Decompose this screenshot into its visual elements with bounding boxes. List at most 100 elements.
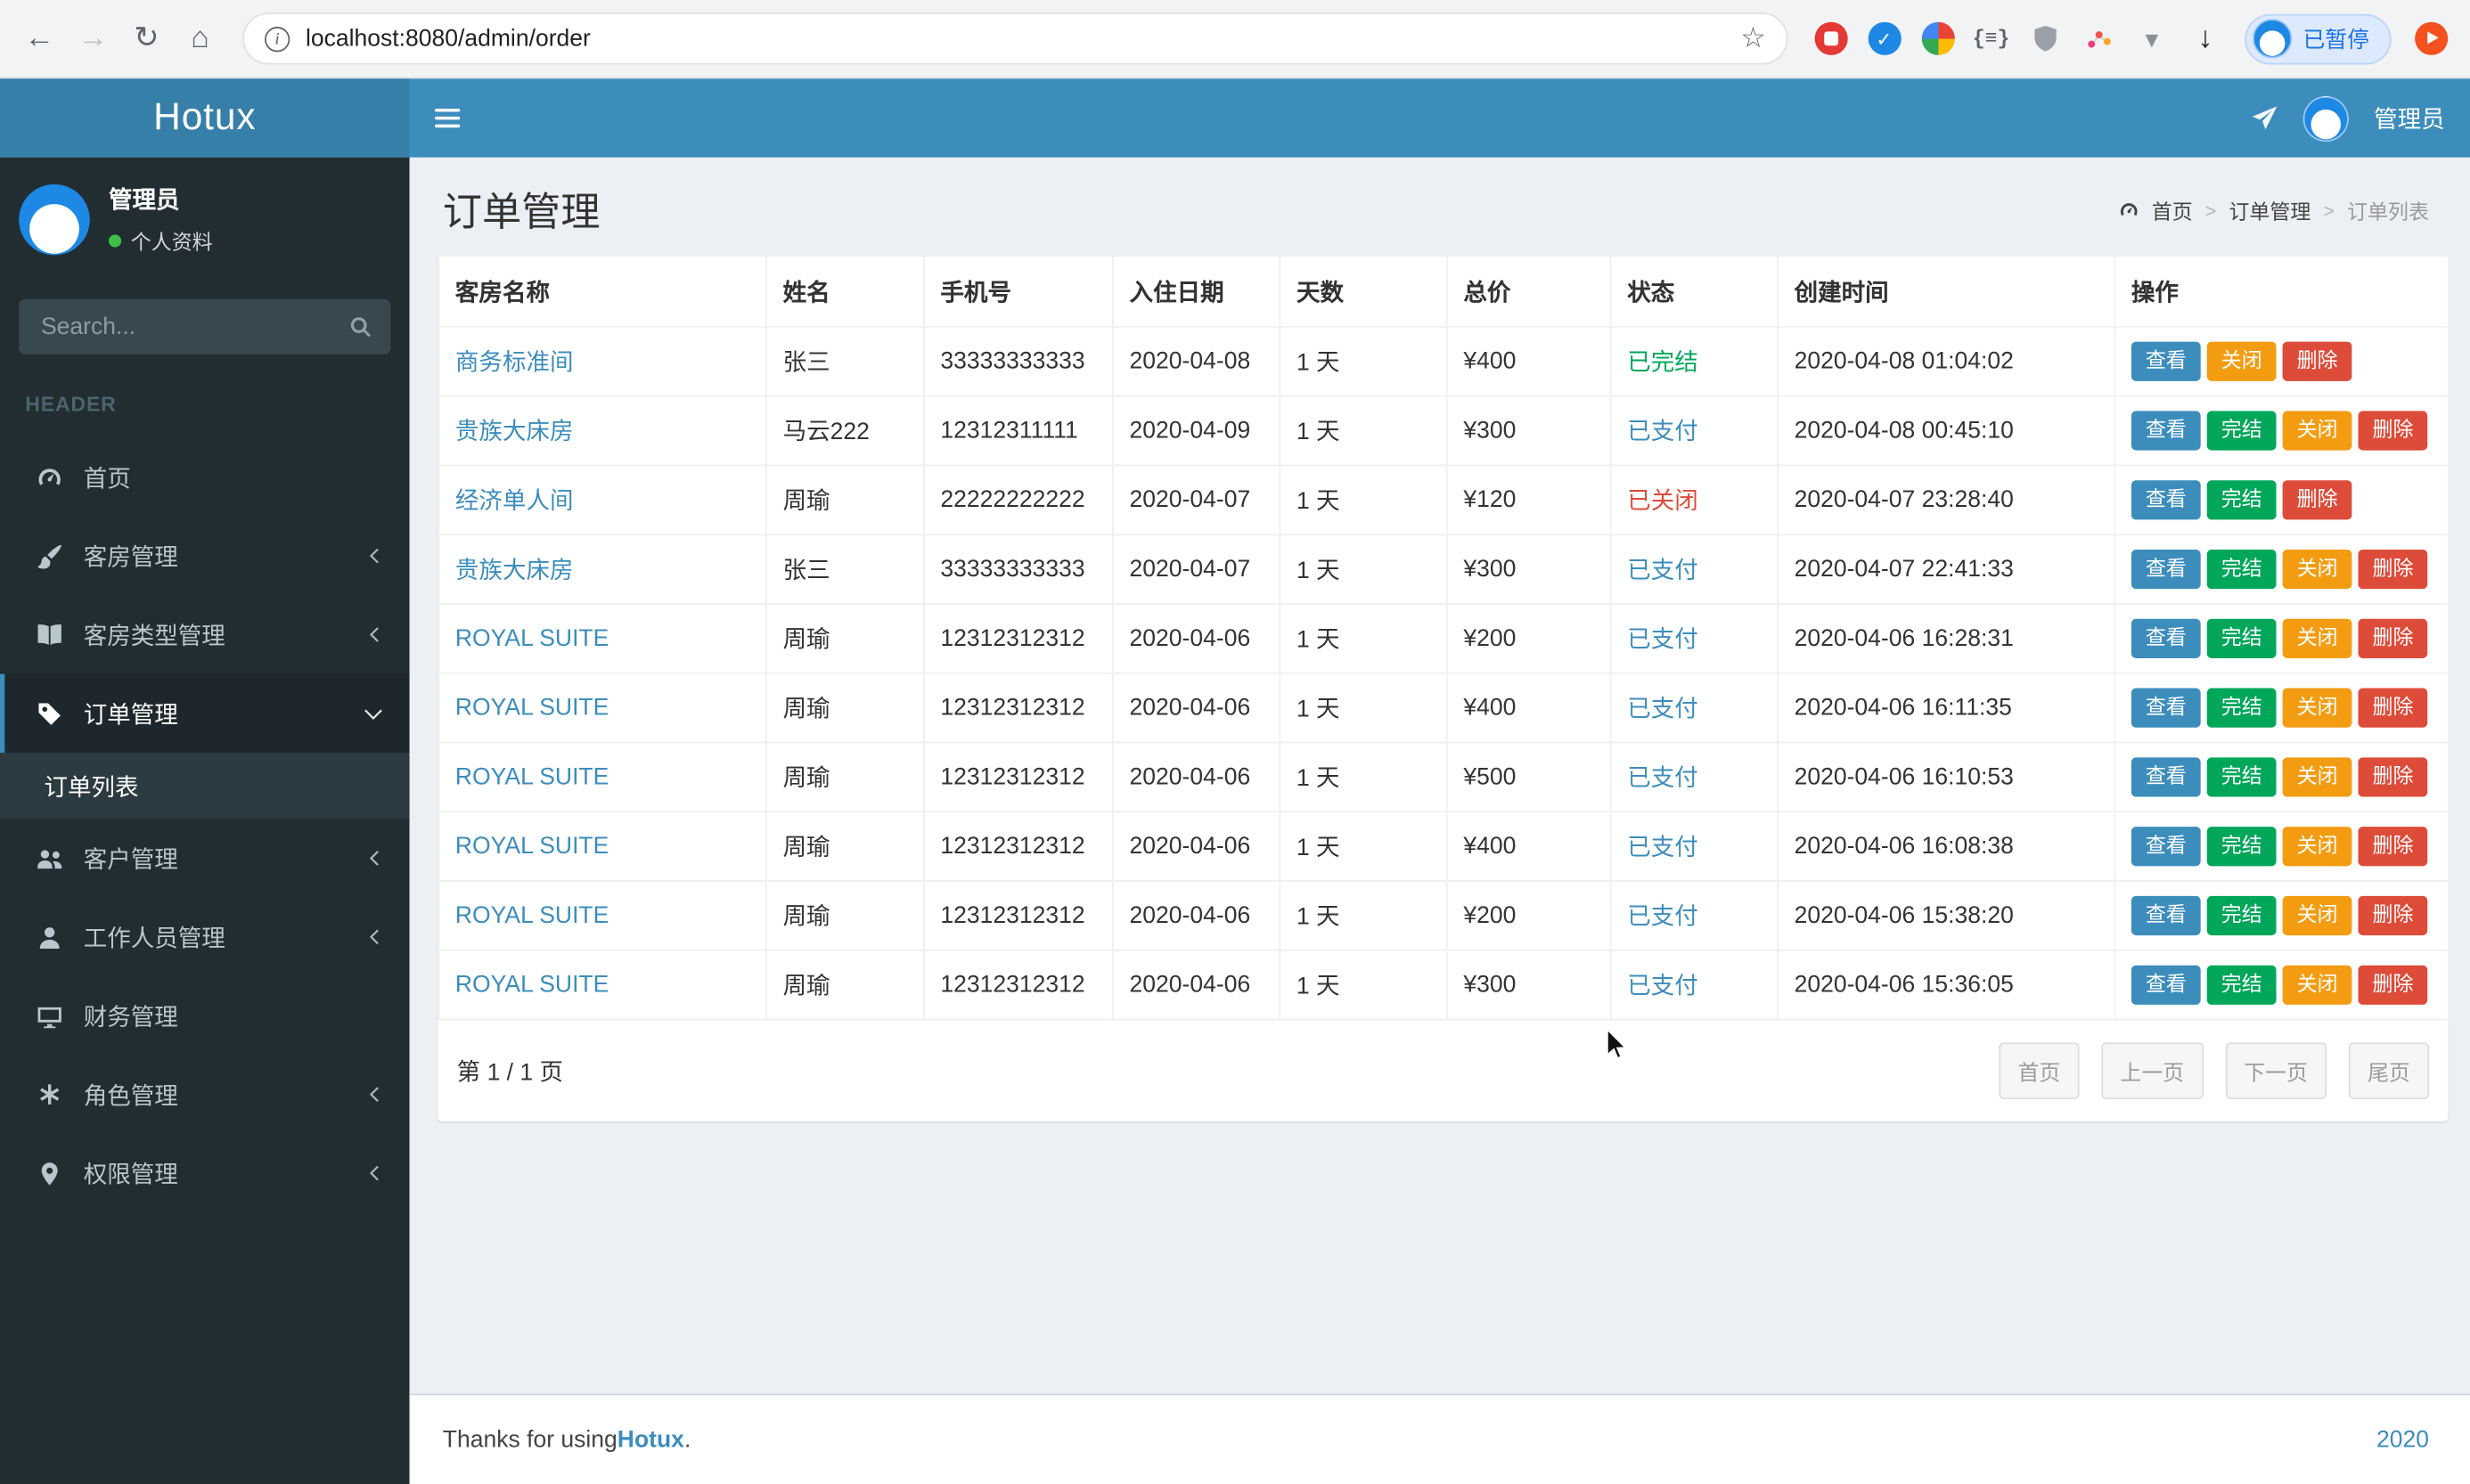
- column-header: 姓名: [765, 255, 925, 328]
- room-name-link[interactable]: ROYAL SUITE: [455, 625, 609, 652]
- finish-button[interactable]: 完结: [2206, 480, 2277, 520]
- delete-button[interactable]: 删除: [2358, 965, 2428, 1005]
- search-icon[interactable]: [331, 299, 390, 355]
- footer-text: Thanks for using: [442, 1426, 618, 1454]
- sidebar-item-room-types[interactable]: 客房类型管理: [0, 595, 410, 673]
- close-button[interactable]: 关闭: [2282, 757, 2352, 797]
- view-button[interactable]: 查看: [2131, 757, 2201, 797]
- actions-cell: 查看 完结 关闭 删除: [2114, 880, 2450, 951]
- delete-button[interactable]: 删除: [2282, 480, 2352, 520]
- sidebar-item-orders[interactable]: 订单管理: [0, 673, 410, 754]
- finish-button[interactable]: 完结: [2206, 757, 2277, 797]
- brand-logo[interactable]: Hotux: [0, 78, 410, 158]
- shield-extension-icon[interactable]: [2018, 12, 2072, 65]
- room-name-link[interactable]: 贵族大床房: [455, 419, 574, 445]
- view-button[interactable]: 查看: [2131, 550, 2201, 590]
- delete-button[interactable]: 删除: [2358, 550, 2428, 590]
- finish-button[interactable]: 完结: [2206, 895, 2277, 935]
- delete-button[interactable]: 删除: [2358, 618, 2428, 658]
- sidebar-item-home[interactable]: 首页: [0, 437, 410, 516]
- pagination-last-button[interactable]: 尾页: [2348, 1042, 2430, 1099]
- sidebar-item-staff[interactable]: 工作人员管理: [0, 898, 410, 976]
- room-name-link[interactable]: ROYAL SUITE: [455, 833, 609, 860]
- sidebar-item-customers[interactable]: 客户管理: [0, 819, 410, 897]
- search-input[interactable]: [19, 313, 331, 340]
- finish-button[interactable]: 完结: [2206, 827, 2277, 867]
- stats-extension-icon[interactable]: [2072, 12, 2125, 65]
- address-bar[interactable]: i localhost:8080/admin/order ☆: [242, 12, 1788, 65]
- user-icon: [33, 924, 66, 950]
- browser-profile-chip[interactable]: 已暂停: [2245, 13, 2392, 64]
- sync-paused-label: 已暂停: [2302, 26, 2369, 52]
- room-name-link[interactable]: ROYAL SUITE: [455, 763, 609, 790]
- view-button[interactable]: 查看: [2131, 688, 2201, 728]
- delete-button[interactable]: 删除: [2358, 827, 2428, 867]
- check-extension-icon[interactable]: ✓: [1857, 12, 1910, 65]
- guest-name-cell: 张三: [765, 534, 925, 605]
- navbar-user-name[interactable]: 管理员: [2374, 102, 2445, 135]
- filter-extension-icon[interactable]: ▼: [2125, 12, 2179, 65]
- url-text[interactable]: localhost:8080/admin/order: [306, 25, 1728, 52]
- sidebar-item-roles[interactable]: 角色管理: [0, 1055, 410, 1133]
- view-button[interactable]: 查看: [2131, 965, 2201, 1005]
- browser-menu-icon[interactable]: [2404, 12, 2458, 65]
- close-button[interactable]: 关闭: [2282, 550, 2352, 590]
- view-button[interactable]: 查看: [2131, 618, 2201, 658]
- close-button[interactable]: 关闭: [2282, 688, 2352, 728]
- room-name-link[interactable]: ROYAL SUITE: [455, 695, 609, 722]
- delete-button[interactable]: 删除: [2282, 341, 2352, 381]
- send-icon[interactable]: [2251, 105, 2278, 132]
- bookmark-star-icon[interactable]: ☆: [1740, 22, 1766, 55]
- adblock-extension-icon[interactable]: [1803, 12, 1857, 65]
- footer-brand-link[interactable]: Hotux: [618, 1427, 684, 1454]
- finish-button[interactable]: 完结: [2206, 688, 2277, 728]
- breadcrumb-item[interactable]: 订单管理: [2229, 195, 2311, 225]
- status-text: 已支付: [1627, 419, 1698, 446]
- view-button[interactable]: 查看: [2131, 480, 2201, 520]
- sidebar-toggle-icon[interactable]: [410, 78, 486, 157]
- sidebar-item-rooms[interactable]: 客房管理: [0, 517, 410, 595]
- site-info-icon[interactable]: i: [264, 26, 290, 52]
- forward-icon[interactable]: →: [66, 12, 119, 65]
- close-button[interactable]: 关闭: [2282, 827, 2352, 867]
- close-button[interactable]: 关闭: [2282, 965, 2352, 1005]
- back-icon[interactable]: ←: [12, 12, 66, 65]
- close-button[interactable]: 关闭: [2282, 618, 2352, 658]
- finish-button[interactable]: 完结: [2206, 550, 2277, 590]
- reload-icon[interactable]: ↻: [119, 12, 173, 65]
- created-time-cell: 2020-04-07 22:41:33: [1777, 534, 2116, 605]
- sidebar-subitem-order-list[interactable]: 订单列表: [0, 753, 410, 819]
- pagination-first-button[interactable]: 首页: [1999, 1042, 2080, 1099]
- view-button[interactable]: 查看: [2131, 895, 2201, 935]
- room-name-link[interactable]: 商务标准间: [455, 349, 574, 376]
- room-name-link[interactable]: ROYAL SUITE: [455, 902, 609, 929]
- home-icon[interactable]: ⌂: [173, 12, 226, 65]
- finish-button[interactable]: 完结: [2206, 965, 2277, 1005]
- sidebar-item-finance[interactable]: 财务管理: [0, 976, 410, 1055]
- sidebar-item-permissions[interactable]: 权限管理: [0, 1134, 410, 1212]
- close-button[interactable]: 关闭: [2206, 341, 2277, 381]
- delete-button[interactable]: 删除: [2358, 688, 2428, 728]
- finish-button[interactable]: 完结: [2206, 618, 2277, 658]
- close-button[interactable]: 关闭: [2282, 411, 2352, 451]
- delete-button[interactable]: 删除: [2358, 895, 2428, 935]
- json-extension-icon[interactable]: {≡}: [1965, 12, 2018, 65]
- download-icon[interactable]: ↓: [2179, 12, 2232, 65]
- delete-button[interactable]: 删除: [2358, 411, 2428, 451]
- chevron-left-icon: [363, 545, 385, 567]
- room-name-link[interactable]: 贵族大床房: [455, 558, 574, 584]
- pagination-prev-button[interactable]: 上一页: [2101, 1042, 2204, 1099]
- view-button[interactable]: 查看: [2131, 411, 2201, 451]
- profile-link[interactable]: 个人资料: [108, 225, 213, 256]
- breadcrumb-item[interactable]: 首页: [2152, 195, 2193, 225]
- pagination-next-button[interactable]: 下一页: [2225, 1042, 2327, 1099]
- view-button[interactable]: 查看: [2131, 341, 2201, 381]
- room-name-link[interactable]: ROYAL SUITE: [455, 972, 609, 999]
- user-avatar[interactable]: [2302, 94, 2349, 142]
- room-name-link[interactable]: 经济单人间: [455, 488, 574, 515]
- view-button[interactable]: 查看: [2131, 827, 2201, 867]
- colorful-extension-icon[interactable]: [1910, 12, 1964, 65]
- delete-button[interactable]: 删除: [2358, 757, 2428, 797]
- finish-button[interactable]: 完结: [2206, 411, 2277, 451]
- close-button[interactable]: 关闭: [2282, 895, 2352, 935]
